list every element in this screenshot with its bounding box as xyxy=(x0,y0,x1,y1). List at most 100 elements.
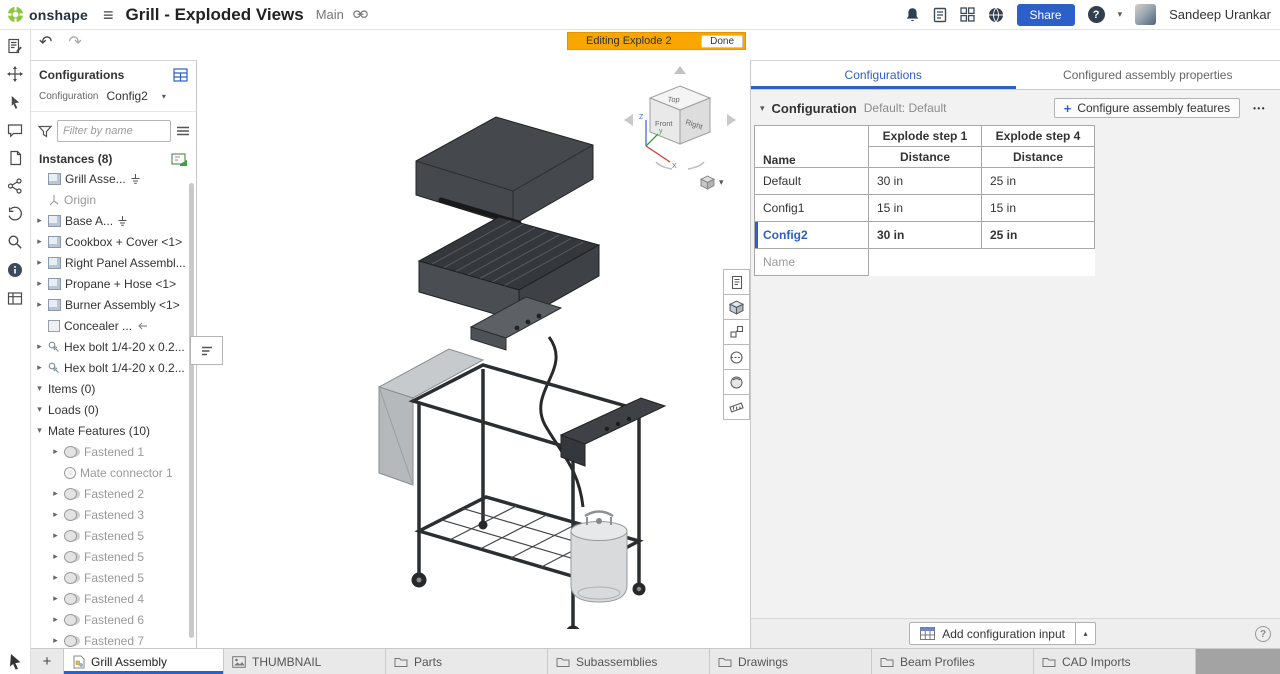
expand-caret-icon[interactable]: ▸ xyxy=(51,593,60,604)
grill-exploded-model[interactable] xyxy=(321,69,701,629)
overflow-menu-icon[interactable]: ••• xyxy=(1253,104,1266,113)
sheet-panel-button[interactable] xyxy=(723,269,750,295)
tree-item-hex-bolt-1[interactable]: ▸ Hex bolt 1/4-20 x 0.2... xyxy=(31,336,196,357)
tree-group-loads[interactable]: ▾ Loads (0) xyxy=(31,399,196,420)
tree-item-grill-assembly[interactable]: Grill Asse... xyxy=(31,168,196,189)
parts-cube-button[interactable] xyxy=(723,294,750,320)
tab-subassemblies[interactable]: Subassemblies xyxy=(548,649,710,674)
tree-item-fastened-5b[interactable]: ▸ Fastened 5 xyxy=(31,546,196,567)
history-icon[interactable] xyxy=(5,204,25,224)
document-panel-icon[interactable] xyxy=(5,148,25,168)
section-view-button[interactable] xyxy=(723,344,750,370)
done-button[interactable]: Done xyxy=(701,35,743,48)
help-icon[interactable]: ? xyxy=(1088,6,1105,23)
expand-caret-icon[interactable]: ▸ xyxy=(35,299,44,310)
notes-icon[interactable] xyxy=(5,36,25,56)
reference-manager-icon[interactable] xyxy=(933,7,947,23)
learning-globe-icon[interactable] xyxy=(988,7,1004,23)
collapse-caret-icon[interactable]: ▾ xyxy=(35,425,44,436)
tree-item-concealer[interactable]: Concealer ... xyxy=(31,315,196,336)
config-name-cell[interactable]: Default xyxy=(755,168,869,195)
tab-beam-profiles[interactable]: Beam Profiles xyxy=(872,649,1034,674)
expand-caret-icon[interactable]: ▸ xyxy=(35,341,44,352)
config-row-config1[interactable]: Config1 15 in 15 in xyxy=(755,195,1095,222)
comments-icon[interactable] xyxy=(5,120,25,140)
tab-grill-assembly[interactable]: Grill Assembly xyxy=(64,649,224,674)
tree-group-items[interactable]: ▾ Items (0) xyxy=(31,378,196,399)
versions-graph-icon[interactable] xyxy=(5,176,25,196)
tree-item-fastened-5c[interactable]: ▸ Fastened 5 xyxy=(31,567,196,588)
share-button[interactable]: Share xyxy=(1017,4,1075,26)
expand-caret-icon[interactable]: ▸ xyxy=(51,488,60,499)
filter-funnel-icon[interactable] xyxy=(38,125,52,138)
expand-caret-icon[interactable]: ▸ xyxy=(35,278,44,289)
structure-list-toggle-button[interactable] xyxy=(190,336,223,365)
panel-scrollbar[interactable] xyxy=(189,183,194,638)
tree-item-fastened-7[interactable]: ▸ Fastened 7 xyxy=(31,630,196,648)
expand-caret-icon[interactable]: ▸ xyxy=(51,572,60,583)
move-icon[interactable] xyxy=(5,64,25,84)
configure-assembly-features-button[interactable]: + Configure assembly features xyxy=(1054,98,1240,118)
tree-item-origin[interactable]: Origin xyxy=(31,189,196,210)
tab-drawings[interactable]: Drawings xyxy=(710,649,872,674)
redo-icon[interactable]: ↷ xyxy=(68,32,81,52)
user-avatar[interactable] xyxy=(1135,4,1156,25)
expand-caret-icon[interactable]: ▸ xyxy=(35,236,44,247)
bom-table-icon[interactable] xyxy=(5,288,25,308)
tree-item-base-assembly[interactable]: ▸ Base A... xyxy=(31,210,196,231)
tree-item-fastened-4[interactable]: ▸ Fastened 4 xyxy=(31,588,196,609)
tab-thumbnail[interactable]: THUMBNAIL xyxy=(224,649,386,674)
expand-caret-icon[interactable]: ▸ xyxy=(51,635,60,646)
workspace-name[interactable]: Main xyxy=(316,7,344,22)
appearance-button[interactable] xyxy=(723,369,750,395)
tree-item-hex-bolt-2[interactable]: ▸ Hex bolt 1/4-20 x 0.2... xyxy=(31,357,196,378)
main-menu-icon[interactable]: ≡ xyxy=(94,6,123,24)
pointer-mode-icon[interactable] xyxy=(6,653,24,671)
onshape-logo[interactable]: onshape xyxy=(0,6,94,23)
exploded-view-button[interactable] xyxy=(723,319,750,345)
tree-group-mate-features[interactable]: ▾ Mate Features (10) xyxy=(31,420,196,441)
tree-item-fastened-5a[interactable]: ▸ Fastened 5 xyxy=(31,525,196,546)
expand-caret-icon[interactable]: ▸ xyxy=(51,614,60,625)
configuration-dropdown[interactable]: Config2 ▾ xyxy=(106,89,165,103)
rotate-right-arrow-icon[interactable] xyxy=(727,114,736,126)
expand-caret-icon[interactable]: ▸ xyxy=(51,446,60,457)
config-value-cell[interactable]: 15 in xyxy=(869,195,982,222)
list-options-icon[interactable] xyxy=(176,125,190,137)
tree-item-fastened-6[interactable]: ▸ Fastened 6 xyxy=(31,609,196,630)
collapse-caret-icon[interactable]: ▾ xyxy=(35,404,44,415)
tab-configurations[interactable]: Configurations xyxy=(751,61,1016,89)
expand-caret-icon[interactable]: ▸ xyxy=(51,509,60,520)
configuration-table-icon[interactable] xyxy=(173,68,188,82)
select-cursor-icon[interactable] xyxy=(5,92,25,112)
config-row-default[interactable]: Default 30 in 25 in xyxy=(755,168,1095,195)
collapse-caret-icon[interactable]: ▾ xyxy=(35,383,44,394)
expand-caret-icon[interactable]: ▸ xyxy=(51,530,60,541)
config-name-cell[interactable]: Config2 xyxy=(755,222,869,249)
notifications-bell-icon[interactable] xyxy=(905,7,920,23)
panel-help-icon[interactable]: ? xyxy=(1255,626,1271,642)
search-icon[interactable] xyxy=(5,232,25,252)
tree-item-fastened-2[interactable]: ▸ Fastened 2 xyxy=(31,483,196,504)
undo-icon[interactable]: ↶ xyxy=(39,32,52,52)
config-value-cell[interactable]: 30 in xyxy=(869,222,982,249)
config-value-cell[interactable]: 15 in xyxy=(982,195,1095,222)
add-configuration-input-button[interactable]: Add configuration input ▴ xyxy=(909,622,1096,645)
tree-item-cookbox-cover[interactable]: ▸ Cookbox + Cover <1> xyxy=(31,231,196,252)
account-caret-icon[interactable]: ▾ xyxy=(1118,9,1123,20)
config-value-cell[interactable]: 25 in xyxy=(982,168,1095,195)
expand-caret-icon[interactable]: ▸ xyxy=(35,215,44,226)
expand-caret-icon[interactable]: ▸ xyxy=(35,257,44,268)
tree-item-right-panel-assembly[interactable]: ▸ Right Panel Assembl... xyxy=(31,252,196,273)
new-config-row[interactable]: Name xyxy=(755,249,1095,276)
add-button-caret-icon[interactable]: ▴ xyxy=(1075,623,1095,644)
new-config-name-placeholder[interactable]: Name xyxy=(755,249,869,276)
config-name-cell[interactable]: Config1 xyxy=(755,195,869,222)
measure-button[interactable] xyxy=(723,394,750,420)
app-store-icon[interactable] xyxy=(960,7,975,22)
tab-cad-imports[interactable]: CAD Imports xyxy=(1034,649,1196,674)
expand-caret-icon[interactable]: ▸ xyxy=(51,551,60,562)
tree-item-mate-connector-1[interactable]: Mate connector 1 xyxy=(31,462,196,483)
config-row-config2-selected[interactable]: Config2 30 in 25 in xyxy=(755,222,1095,249)
expand-caret-icon[interactable]: ▸ xyxy=(35,362,44,373)
